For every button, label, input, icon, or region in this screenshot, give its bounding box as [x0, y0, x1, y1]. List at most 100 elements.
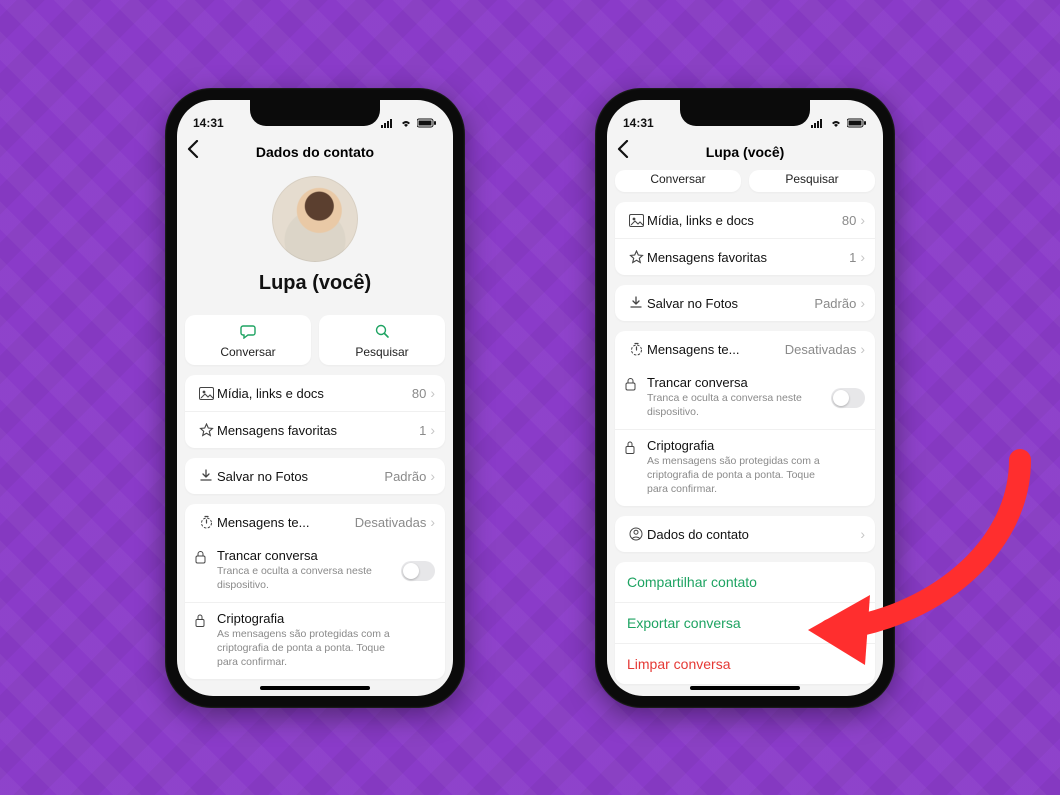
chevron-right-icon: › — [430, 468, 435, 484]
contact-name: Lupa (você) — [185, 272, 445, 295]
lock-icon — [624, 377, 637, 395]
status-icons — [381, 118, 437, 128]
status-icons — [811, 118, 867, 128]
download-icon — [195, 469, 217, 483]
clear-chat-button[interactable]: Limpar conversa — [615, 643, 875, 684]
group-savephotos: Salvar no Fotos Padrão › — [185, 458, 445, 494]
lock-toggle[interactable] — [831, 388, 865, 408]
contact-details-label: Dados do contato — [647, 527, 860, 542]
row-encryption[interactable]: Criptografia As mensagens são protegidas… — [615, 429, 875, 506]
lock-icon — [194, 550, 207, 568]
starred-count: 1 — [419, 423, 426, 438]
temp-msgs-label: Mensagens te... — [647, 342, 785, 357]
group-savephotos: Salvar no Fotos Padrão › — [615, 285, 875, 321]
save-photos-value: Padrão — [814, 296, 856, 311]
save-photos-value: Padrão — [384, 469, 426, 484]
chevron-right-icon: › — [430, 514, 435, 530]
chat-button[interactable]: Conversar — [185, 315, 311, 365]
chat-icon — [189, 323, 307, 343]
media-count: 80 — [412, 386, 426, 401]
row-contact-details[interactable]: Dados do contato › — [615, 516, 875, 552]
row-lock-chat[interactable]: Trancar conversa Tranca e oculta a conve… — [185, 540, 445, 602]
battery-icon — [417, 118, 437, 128]
image-icon — [625, 214, 647, 227]
phone-right: 14:31 Lupa (você) Conversar Pesquisar — [595, 88, 895, 708]
share-contact-label: Compartilhar contato — [627, 574, 757, 590]
starred-label: Mensagens favoritas — [647, 250, 849, 265]
export-chat-label: Exportar conversa — [627, 615, 741, 631]
media-label: Mídia, links e docs — [647, 213, 842, 228]
group-privacy: Mensagens te... Desativadas › Trancar co… — [615, 331, 875, 506]
home-indicator[interactable] — [690, 686, 800, 690]
search-button[interactable]: Pesquisar — [749, 170, 875, 192]
star-icon — [625, 250, 647, 265]
export-chat-button[interactable]: Exportar conversa — [615, 602, 875, 643]
group-privacy: Mensagens te... Desativadas › Trancar co… — [185, 504, 445, 679]
chevron-right-icon: › — [860, 526, 865, 542]
crypto-title: Criptografia — [217, 611, 284, 626]
save-photos-label: Salvar no Fotos — [647, 296, 814, 311]
row-temp-messages[interactable]: Mensagens te... Desativadas › — [185, 504, 445, 540]
group-media: Mídia, links e docs 80 › Mensagens favor… — [185, 375, 445, 448]
starred-label: Mensagens favoritas — [217, 423, 419, 438]
clear-chat-label: Limpar conversa — [627, 656, 731, 672]
battery-icon — [847, 118, 867, 128]
screen: 14:31 Dados do contato Lupa (você) — [177, 100, 453, 696]
crypto-title: Criptografia — [647, 438, 714, 453]
search-button[interactable]: Pesquisar — [319, 315, 445, 365]
starred-count: 1 — [849, 250, 856, 265]
lock-toggle[interactable] — [401, 561, 435, 581]
content[interactable]: Lupa (você) Conversar Pesquisar — [177, 170, 453, 696]
media-count: 80 — [842, 213, 856, 228]
save-photos-label: Salvar no Fotos — [217, 469, 384, 484]
search-label: Pesquisar — [355, 345, 408, 359]
media-label: Mídia, links e docs — [217, 386, 412, 401]
wifi-icon — [399, 118, 413, 128]
share-contact-button[interactable]: Compartilhar contato — [615, 562, 875, 602]
person-icon — [625, 527, 647, 541]
chat-button[interactable]: Conversar — [615, 170, 741, 192]
row-temp-messages[interactable]: Mensagens te... Desativadas › — [615, 331, 875, 367]
row-starred[interactable]: Mensagens favoritas 1 › — [185, 411, 445, 448]
action-row: Conversar Pesquisar — [185, 315, 445, 365]
back-button[interactable] — [617, 140, 629, 164]
back-button[interactable] — [187, 140, 199, 164]
home-indicator[interactable] — [260, 686, 370, 690]
temp-msgs-label: Mensagens te... — [217, 515, 355, 530]
chevron-right-icon: › — [860, 212, 865, 228]
phone-left: 14:31 Dados do contato Lupa (você) — [165, 88, 465, 708]
chevron-right-icon: › — [430, 385, 435, 401]
star-icon — [195, 423, 217, 438]
lock-title: Trancar conversa — [217, 548, 318, 563]
row-media[interactable]: Mídia, links e docs 80 › — [185, 375, 445, 411]
avatar-block: Lupa (você) — [185, 170, 445, 301]
crypto-desc: As mensagens são protegidas com a cripto… — [647, 455, 865, 496]
row-encryption[interactable]: Criptografia As mensagens são protegidas… — [185, 602, 445, 679]
temp-msgs-value: Desativadas — [785, 342, 857, 357]
wifi-icon — [829, 118, 843, 128]
row-media[interactable]: Mídia, links e docs 80 › — [615, 202, 875, 238]
content[interactable]: Conversar Pesquisar Mídia, links e docs … — [607, 170, 883, 696]
row-lock-chat[interactable]: Trancar conversa Tranca e oculta a conve… — [615, 367, 875, 429]
group-media: Mídia, links e docs 80 › Mensagens favor… — [615, 202, 875, 275]
group-contact-details: Dados do contato › — [615, 516, 875, 552]
action-row: Conversar Pesquisar — [615, 170, 875, 192]
signal-icon — [811, 118, 825, 128]
chevron-right-icon: › — [430, 422, 435, 438]
chat-label: Conversar — [220, 345, 275, 359]
avatar[interactable] — [272, 176, 358, 262]
group-actions: Compartilhar contato Exportar conversa L… — [615, 562, 875, 684]
download-icon — [625, 296, 647, 310]
row-save-photos[interactable]: Salvar no Fotos Padrão › — [615, 285, 875, 321]
nav-header: Dados do contato — [177, 134, 453, 170]
padlock-icon — [624, 440, 636, 458]
row-save-photos[interactable]: Salvar no Fotos Padrão › — [185, 458, 445, 494]
screen: 14:31 Lupa (você) Conversar Pesquisar — [607, 100, 883, 696]
chevron-right-icon: › — [860, 249, 865, 265]
search-icon — [323, 323, 441, 343]
page-title: Dados do contato — [256, 144, 374, 160]
status-time: 14:31 — [623, 116, 654, 130]
padlock-icon — [194, 613, 206, 631]
chevron-right-icon: › — [860, 341, 865, 357]
row-starred[interactable]: Mensagens favoritas 1 › — [615, 238, 875, 275]
